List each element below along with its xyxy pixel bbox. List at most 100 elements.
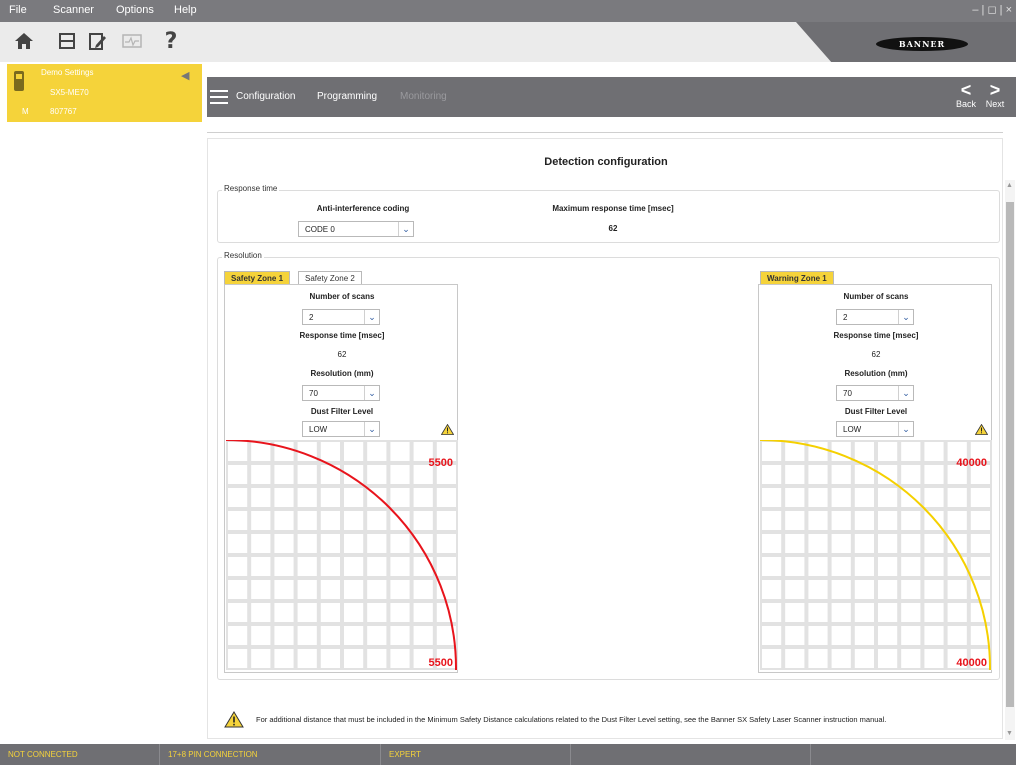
safety-range-bottom-label: 5500	[429, 657, 453, 669]
device-panel[interactable]: Demo Settings SX5-ME70 M 807767	[7, 64, 202, 122]
safety-grid-cell	[344, 626, 364, 645]
safety-grid-cell	[228, 465, 248, 484]
safety-grid-cell	[320, 649, 340, 668]
tab-warning-zone-1[interactable]: Warning Zone 1	[760, 271, 834, 285]
warning-response-value: 62	[871, 350, 881, 359]
tab-monitoring[interactable]: Monitoring	[400, 91, 447, 102]
safety-grid-cell	[320, 488, 340, 507]
tab-programming[interactable]: Programming	[317, 91, 377, 102]
warning-grid-cell	[831, 603, 851, 622]
menu-file[interactable]: File	[9, 4, 27, 16]
safety-grid-cell	[274, 534, 294, 553]
save-icon[interactable]	[54, 28, 80, 54]
safety-scans-label: Number of scans	[309, 292, 375, 301]
safety-grid-cell	[367, 626, 387, 645]
warning-grid-cell	[785, 580, 805, 599]
safety-grid-cell	[390, 603, 410, 622]
warning-icon	[441, 424, 454, 435]
menu-scanner[interactable]: Scanner	[53, 4, 94, 16]
safety-grid-cell	[274, 626, 294, 645]
user-level-status: EXPERT	[381, 744, 571, 765]
safety-grid-cell	[297, 534, 317, 553]
warning-resolution-value: 70	[843, 389, 852, 398]
warning-zone-range-grid: 40000 40000	[760, 440, 992, 670]
warning-icon	[975, 424, 988, 435]
hamburger-menu-icon[interactable]	[210, 90, 228, 104]
safety-grid-cell	[251, 580, 271, 599]
tab-safety-zone-1[interactable]: Safety Zone 1	[224, 271, 291, 285]
warning-grid-cell	[878, 488, 898, 507]
scroll-up-icon[interactable]: ▲	[1006, 182, 1013, 189]
warning-resolution-select[interactable]: 70 ⌄	[836, 385, 914, 401]
safety-scans-select[interactable]: 2 ⌄	[302, 309, 380, 325]
warning-grid-cell	[924, 557, 944, 576]
warning-scans-label: Number of scans	[843, 292, 909, 301]
tab-configuration[interactable]: Configuration	[236, 91, 295, 102]
warning-grid-cell	[901, 534, 921, 553]
safety-grid-cell	[228, 649, 248, 668]
warning-grid-cell	[970, 488, 990, 507]
menu-options[interactable]: Options	[116, 4, 154, 16]
warning-grid-cell	[924, 603, 944, 622]
anti-interference-select[interactable]: CODE 0 ⌄	[298, 221, 414, 237]
menu-bar: File Scanner Options Help – | ◻ | ×	[0, 0, 1016, 22]
warning-grid-cell	[901, 442, 921, 461]
warning-grid-cell	[831, 465, 851, 484]
safety-resolution-select[interactable]: 70 ⌄	[302, 385, 380, 401]
warning-grid-cell	[947, 557, 967, 576]
safety-grid-cell	[320, 626, 340, 645]
warning-grid-cell	[808, 603, 828, 622]
safety-grid-cell	[297, 580, 317, 599]
collapse-panel-icon[interactable]: ◀	[181, 69, 189, 82]
safety-grid-cell	[367, 580, 387, 599]
safety-grid-cell	[251, 649, 271, 668]
safety-grid-cell	[297, 511, 317, 530]
safety-grid-cell	[413, 557, 433, 576]
safety-grid-cell	[320, 557, 340, 576]
safety-grid-cell	[413, 488, 433, 507]
safety-grid-cell	[274, 465, 294, 484]
safety-grid-cell	[413, 626, 433, 645]
safety-grid-cell	[274, 488, 294, 507]
safety-grid-cell	[274, 580, 294, 599]
safety-grid-cell	[251, 603, 271, 622]
next-button[interactable]: > Next	[982, 81, 1008, 109]
max-response-value: 62	[608, 224, 618, 233]
safety-dust-select[interactable]: LOW ⌄	[302, 421, 380, 437]
warning-grid-cell	[878, 557, 898, 576]
menu-help[interactable]: Help	[174, 4, 197, 16]
window-controls[interactable]: – | ◻ | ×	[972, 3, 1012, 16]
edit-document-icon[interactable]	[84, 28, 110, 54]
help-icon[interactable]: ?	[158, 28, 184, 54]
dust-filter-footnote: For additional distance that must be inc…	[256, 715, 887, 724]
warning-dust-select[interactable]: LOW ⌄	[836, 421, 914, 437]
safety-grid-cell	[367, 649, 387, 668]
safety-grid-cell	[413, 580, 433, 599]
safety-grid-cell	[367, 442, 387, 461]
safety-grid-cell	[436, 488, 456, 507]
warning-grid-cell	[762, 557, 782, 576]
safety-grid-cell	[251, 534, 271, 553]
warning-dust-value: LOW	[843, 425, 862, 434]
safety-grid-cell	[274, 603, 294, 622]
warning-grid-cell	[808, 465, 828, 484]
warning-grid-cell	[854, 649, 874, 668]
home-icon[interactable]	[11, 28, 37, 54]
chevron-right-icon: >	[989, 80, 1001, 100]
chevron-down-icon: ⌄	[364, 310, 379, 324]
tab-safety-zone-2[interactable]: Safety Zone 2	[298, 271, 362, 285]
safety-grid-cell	[228, 488, 248, 507]
warning-grid-cell	[785, 557, 805, 576]
warning-grid-cell	[854, 488, 874, 507]
safety-grid-cell	[344, 442, 364, 461]
back-button[interactable]: < Back	[953, 81, 979, 109]
scroll-down-icon[interactable]: ▼	[1006, 730, 1013, 737]
warning-grid-cell	[901, 580, 921, 599]
safety-dust-value: LOW	[309, 425, 328, 434]
warning-scans-select[interactable]: 2 ⌄	[836, 309, 914, 325]
warning-grid-cell	[831, 626, 851, 645]
safety-response-label: Response time [msec]	[299, 331, 385, 340]
scrollbar-thumb[interactable]	[1006, 202, 1014, 707]
detection-config-panel: Detection configuration Response time An…	[207, 138, 1003, 739]
warning-grid-cell	[785, 603, 805, 622]
